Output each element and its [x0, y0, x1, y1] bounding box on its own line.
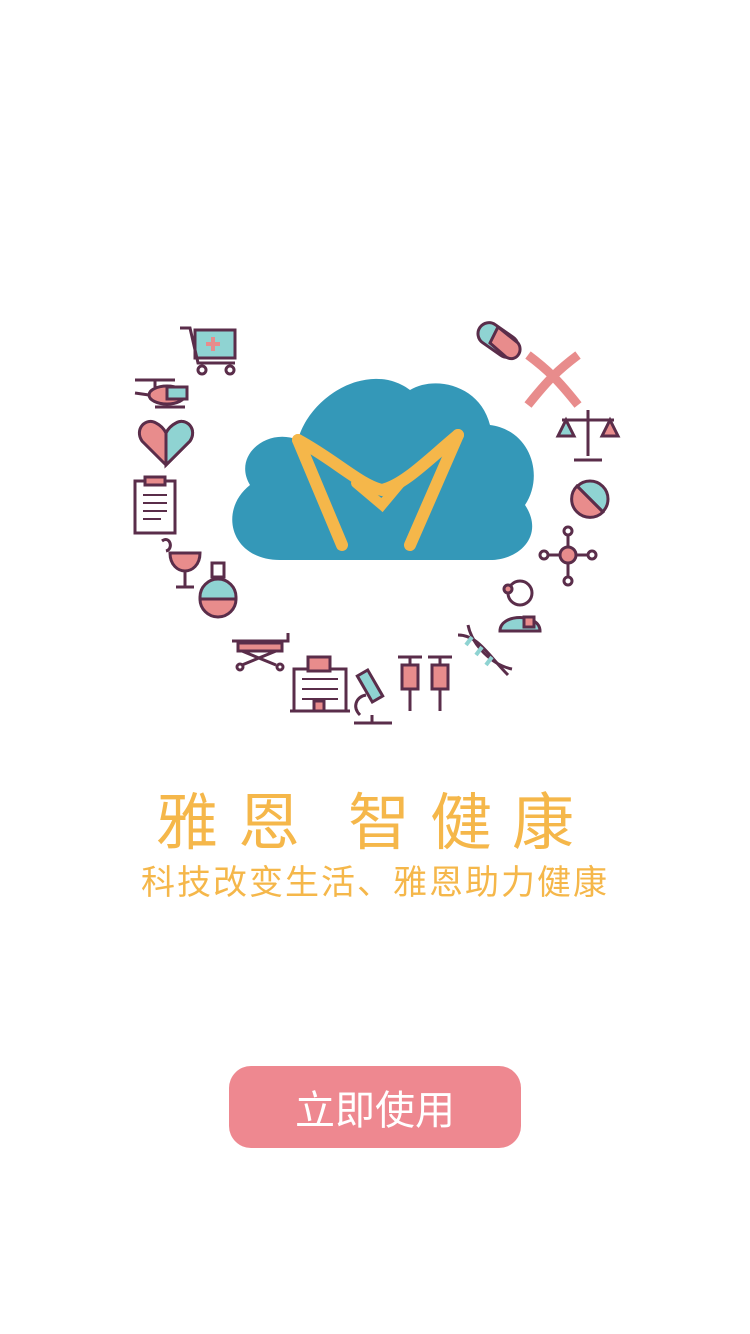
- pill-ball-icon: [570, 479, 610, 519]
- brand-name-part1: 雅恩: [155, 786, 320, 859]
- helicopter-icon: [134, 378, 189, 409]
- capsule-icon: [476, 321, 522, 360]
- cloud-logo-icon: [232, 378, 534, 560]
- app-logo: [120, 315, 630, 745]
- syringe-icon: [428, 655, 452, 711]
- clipboard-icon: [133, 475, 177, 535]
- brand-name-part2: 智健康: [348, 786, 595, 859]
- shopping-cart-icon: [180, 326, 237, 376]
- start-button[interactable]: 立即使用: [229, 1066, 521, 1148]
- brand-title: 雅恩 智健康: [0, 772, 750, 862]
- hospital-icon: [290, 655, 350, 713]
- molecule-icon: [538, 525, 598, 587]
- scale-icon: [555, 410, 621, 462]
- syringe-icon: [398, 655, 422, 711]
- microscope-icon: [354, 667, 392, 725]
- slogan-text: 科技改变生活、雅恩助力健康: [141, 863, 609, 903]
- stretcher-icon: [232, 633, 290, 672]
- doctor-icon: [498, 579, 542, 633]
- hygeia-bowl-icon: [161, 538, 202, 589]
- heart-icon: [137, 420, 195, 469]
- flask-icon: [198, 561, 238, 619]
- chromosome-icon: [524, 351, 582, 408]
